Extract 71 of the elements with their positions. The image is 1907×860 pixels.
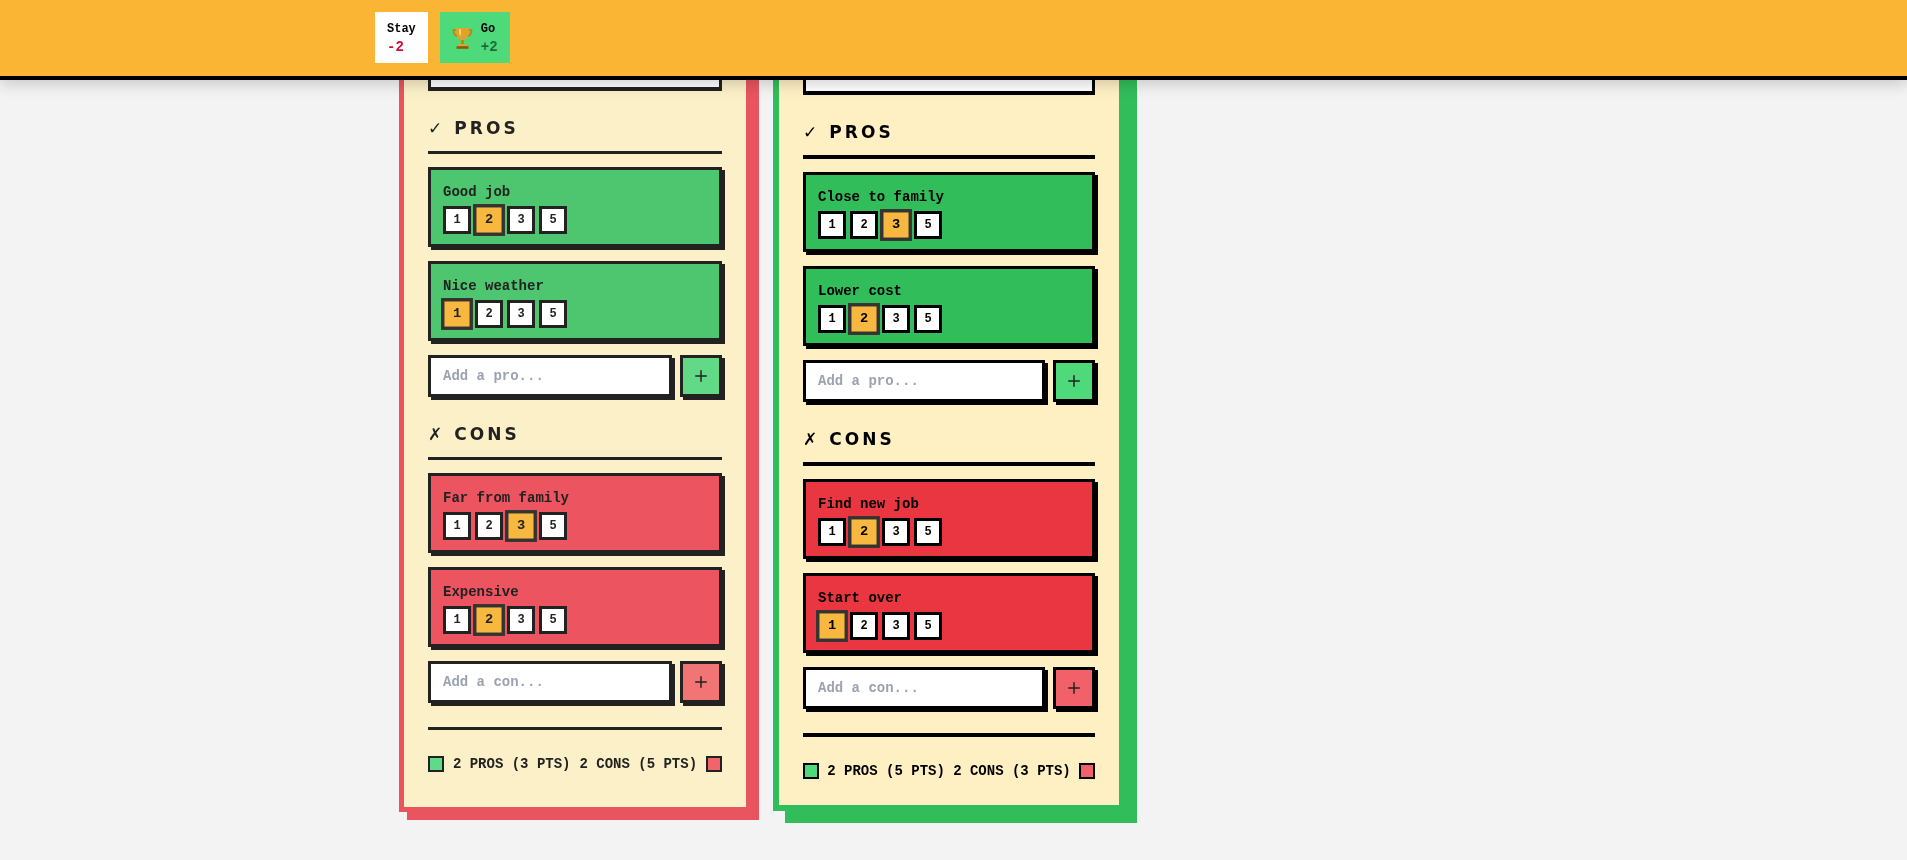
rating-button[interactable]: 1 [816,610,848,642]
add-input[interactable]: Add a con... [803,667,1046,709]
option-name: Go [480,20,497,37]
plus-icon [692,673,710,691]
item-label: Expensive [443,583,520,601]
rating-button[interactable]: 5 [539,300,567,328]
summary-text: 2 CONS (3 PTS) [953,763,1071,779]
input-field[interactable] [803,80,1095,95]
option-tile[interactable]: Stay -2 [375,12,428,63]
rating-button[interactable]: 2 [475,512,503,540]
summary-text: 2 CONS (5 PTS) [579,756,698,772]
rating-button[interactable]: 3 [882,518,910,546]
rating-button[interactable]: 3 [505,510,537,542]
rating-button[interactable]: 3 [507,206,535,234]
item-label: Good job [443,183,512,201]
summary-text: 2 PROS (5 PTS) [827,763,945,779]
rating-button[interactable]: 2 [473,604,505,636]
item-label: Lower cost [818,282,903,300]
rating-button[interactable]: 5 [539,206,567,234]
rating-button[interactable]: 5 [914,305,942,333]
plus-icon [692,367,710,385]
rating-button[interactable]: 1 [443,512,471,540]
add-input[interactable]: Add a con... [428,661,672,703]
item-label: Far from family [443,489,571,507]
section-heading: ✓ PROS [428,117,520,140]
rating-button[interactable]: 2 [848,303,880,335]
input-field[interactable] [428,80,722,91]
add-input[interactable]: Add a pro... [428,355,672,397]
rating-button[interactable]: 1 [441,298,473,330]
add-button[interactable] [1053,360,1095,402]
rating-button[interactable]: 5 [914,518,942,546]
add-button[interactable] [680,661,722,703]
rating-button[interactable]: 5 [539,512,567,540]
rating-button[interactable]: 3 [882,612,910,640]
item-label: Nice weather [443,277,545,295]
rating-button[interactable]: 1 [443,606,471,634]
item-label: Start over [818,589,903,607]
rating-button[interactable]: 1 [443,206,471,234]
rating-button[interactable]: 1 [818,211,846,239]
section-heading: ✗ CONS [428,423,521,446]
trophy-icon [451,26,473,49]
rating-button[interactable]: 3 [880,209,912,241]
add-button[interactable] [680,355,722,397]
rating-button[interactable]: 3 [507,606,535,634]
rating-button[interactable]: 3 [882,305,910,333]
rating-button[interactable]: 2 [850,612,878,640]
legend-swatch-icon [1079,763,1095,779]
rating-button[interactable]: 5 [539,606,567,634]
item-label: Find new job [818,495,920,513]
summary-text: 2 PROS (3 PTS) [452,756,571,772]
add-button[interactable] [1053,667,1095,709]
add-input[interactable]: Add a pro... [803,360,1046,402]
section-heading: ✓ PROS [803,121,895,144]
legend-swatch-icon [803,763,819,779]
section-heading: ✗ CONS [803,428,896,451]
rating-button[interactable]: 5 [914,211,942,239]
option-tile[interactable]: Go +2 [439,12,510,63]
rating-button[interactable]: 3 [507,300,535,328]
rating-button[interactable]: 1 [818,305,846,333]
rating-button[interactable]: 5 [914,612,942,640]
legend-swatch-icon [428,756,444,772]
rating-button[interactable]: 2 [475,300,503,328]
legend-swatch-icon [705,756,722,772]
item-label: Close to family [818,188,946,206]
rating-button[interactable]: 2 [848,516,880,548]
option-score: +2 [480,38,498,55]
rating-button[interactable]: 1 [818,518,846,546]
rating-button[interactable]: 2 [473,204,505,236]
option-name: Stay [387,20,416,37]
option-score: -2 [387,38,405,55]
rating-button[interactable]: 2 [850,211,878,239]
